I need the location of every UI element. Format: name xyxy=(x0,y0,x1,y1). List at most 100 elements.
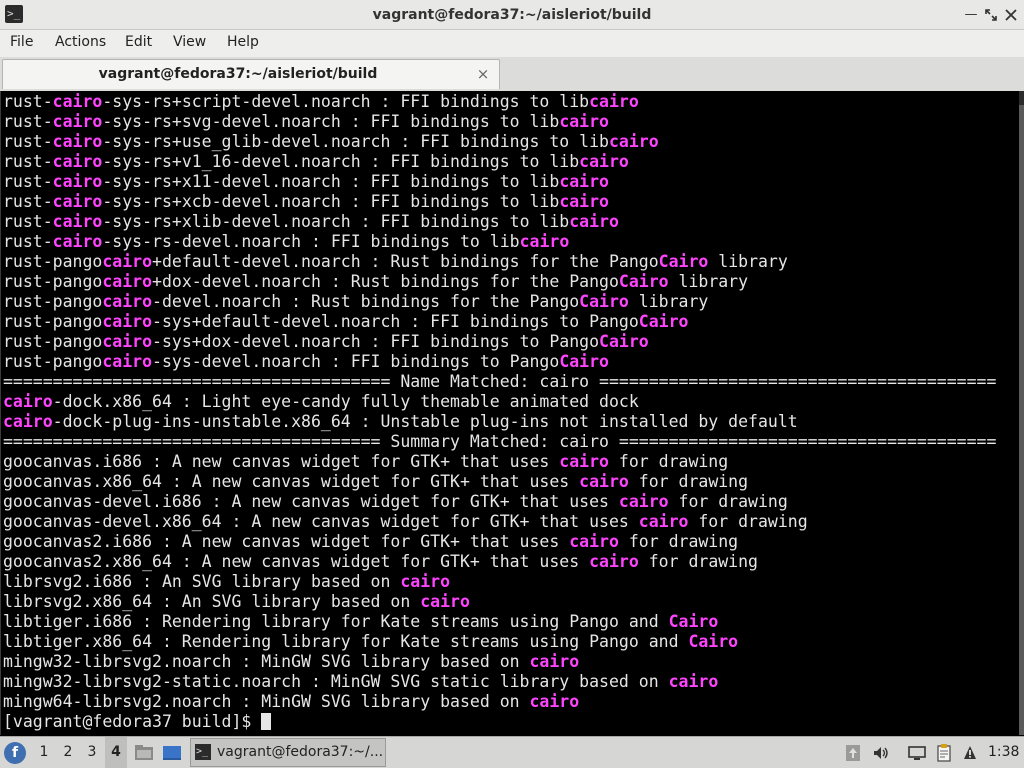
terminal-line: rust-cairo-sys-rs+svg-devel.noarch : FFI… xyxy=(3,112,996,132)
shell-prompt: [vagrant@fedora37 build]$ xyxy=(3,712,262,731)
menu-actions[interactable]: Actions xyxy=(55,30,106,57)
terminal-text: rust-pango xyxy=(3,312,103,331)
menu-help[interactable]: Help xyxy=(227,30,259,57)
terminal-line: goocanvas.i686 : A new canvas widget for… xyxy=(3,452,996,472)
menu-file[interactable]: File xyxy=(10,30,33,57)
search-match: Cairo xyxy=(658,252,709,271)
search-match: cairo xyxy=(529,652,580,671)
file-manager-icon[interactable] xyxy=(134,743,154,763)
maximize-icon[interactable] xyxy=(982,6,1000,24)
terminal-line: libtiger.x86_64 : Rendering library for … xyxy=(3,632,996,652)
search-match: cairo xyxy=(52,92,103,111)
terminal-text: -sys-devel.noarch : FFI bindings to Pang… xyxy=(152,352,560,371)
search-match: cairo xyxy=(559,172,609,191)
terminal-prompt-line[interactable]: [vagrant@fedora37 build]$ xyxy=(3,712,996,732)
search-match: Cairo xyxy=(599,332,649,351)
terminal-lines: rust-cairo-sys-rs+script-devel.noarch : … xyxy=(3,92,996,732)
terminal-text: -sys-rs+x11-devel.noarch : FFI bindings … xyxy=(102,172,560,191)
desktop-icon[interactable] xyxy=(162,743,182,763)
search-match: cairo xyxy=(52,112,103,131)
terminal-text: rust-pango xyxy=(3,332,103,351)
terminal-text: rust- xyxy=(3,152,53,171)
search-match: cairo xyxy=(102,332,153,351)
minimize-icon[interactable]: — xyxy=(962,6,980,24)
terminal-tab[interactable]: vagrant@fedora37:~/aisleriot/build × xyxy=(2,59,500,89)
search-match: cairo xyxy=(102,252,153,271)
notification-icon[interactable] xyxy=(960,743,980,763)
search-match: cairo xyxy=(52,132,103,151)
terminal-text: for drawing xyxy=(608,452,729,471)
terminal-text: -devel.noarch : Rust bindings for the Pa… xyxy=(152,292,580,311)
terminal-text: for drawing xyxy=(688,512,808,531)
workspace-1[interactable]: 1 xyxy=(33,737,55,768)
terminal-output[interactable]: rust-cairo-sys-rs+script-devel.noarch : … xyxy=(0,91,1022,735)
search-match: cairo xyxy=(529,692,580,711)
terminal-line: librsvg2.i686 : An SVG library based on … xyxy=(3,572,996,592)
terminal-text: +dox-devel.noarch : Rust bindings for th… xyxy=(152,272,619,291)
workspace-2[interactable]: 2 xyxy=(57,737,79,768)
volume-icon[interactable] xyxy=(871,743,891,763)
search-match: cairo xyxy=(569,532,619,551)
menu-edit[interactable]: Edit xyxy=(125,30,152,57)
text-cursor xyxy=(261,713,272,730)
search-match: Cairo xyxy=(638,312,689,331)
search-match: cairo xyxy=(420,592,470,611)
close-icon[interactable] xyxy=(1002,6,1020,24)
workspace-4[interactable]: 4 xyxy=(105,737,127,768)
terminal-text: rust- xyxy=(3,192,53,211)
clipboard-icon[interactable] xyxy=(934,743,954,763)
search-match: cairo xyxy=(102,352,153,371)
terminal-text: rust- xyxy=(3,132,53,151)
taskbar: f 1 2 3 4 >_ vagrant@fedora37:~/... 1:38 xyxy=(0,736,1024,768)
workspace-3[interactable]: 3 xyxy=(81,737,103,768)
menu-view[interactable]: View xyxy=(173,30,206,57)
terminal-text: goocanvas2.i686 : A new canvas widget fo… xyxy=(3,532,570,551)
terminal-line: mingw32-librsvg2.noarch : MinGW SVG libr… xyxy=(3,652,996,672)
search-match: cairo xyxy=(579,152,629,171)
network-icon[interactable] xyxy=(907,743,927,763)
search-match: Cairo xyxy=(559,352,609,371)
terminal-line: rust-cairo-sys-rs+x11-devel.noarch : FFI… xyxy=(3,172,996,192)
search-match: cairo xyxy=(52,192,103,211)
search-match: cairo xyxy=(400,572,451,591)
terminal-line: cairo-dock.x86_64 : Light eye-candy full… xyxy=(3,392,996,412)
scrollbar-thumb[interactable] xyxy=(1019,105,1024,735)
search-match: cairo xyxy=(52,212,103,231)
window-titlebar[interactable]: >_ vagrant@fedora37:~/aisleriot/build — xyxy=(0,0,1024,30)
terminal-text: -sys-rs+use_glib-devel.noarch : FFI bind… xyxy=(102,132,609,151)
fedora-menu-icon[interactable]: f xyxy=(4,742,26,764)
clock[interactable]: 1:38 xyxy=(988,737,1019,768)
search-match: cairo xyxy=(618,492,669,511)
terminal-scrollbar[interactable] xyxy=(1019,91,1024,735)
updates-icon[interactable] xyxy=(843,743,863,763)
terminal-line: rust-cairo-sys-rs+xcb-devel.noarch : FFI… xyxy=(3,192,996,212)
terminal-text: goocanvas.x86_64 : A new canvas widget f… xyxy=(3,472,580,491)
terminal-text: librsvg2.i686 : An SVG library based on xyxy=(3,572,401,591)
terminal-line: ======================================= … xyxy=(3,372,996,392)
search-match: cairo xyxy=(579,472,629,491)
terminal-text: mingw32-librsvg2.noarch : MinGW SVG libr… xyxy=(3,652,530,671)
terminal-text: for drawing xyxy=(638,552,758,571)
tab-close-icon[interactable]: × xyxy=(475,65,491,83)
terminal-line: goocanvas-devel.i686 : A new canvas widg… xyxy=(3,492,996,512)
terminal-text: -dock-plug-ins-unstable.x86_64 : Unstabl… xyxy=(52,412,798,431)
terminal-text: rust- xyxy=(3,112,53,131)
search-match: Cairo xyxy=(618,272,669,291)
terminal-text: for drawing xyxy=(628,472,749,491)
terminal-line: goocanvas-devel.x86_64 : A new canvas wi… xyxy=(3,512,996,532)
terminal-line: rust-pangocairo-devel.noarch : Rust bind… xyxy=(3,292,996,312)
terminal-line: mingw64-librsvg2.noarch : MinGW SVG libr… xyxy=(3,692,996,712)
window-title: vagrant@fedora37:~/aisleriot/build xyxy=(372,7,652,23)
terminal-text: for drawing xyxy=(618,532,739,551)
terminal-text: libtiger.i686 : Rendering library for Ka… xyxy=(3,612,669,631)
search-match: Cairo xyxy=(688,632,739,651)
terminal-text: library xyxy=(668,272,749,291)
terminal-text: rust- xyxy=(3,92,53,111)
terminal-text: rust- xyxy=(3,172,53,191)
search-match: cairo xyxy=(608,132,659,151)
terminal-line: rust-cairo-sys-rs+xlib-devel.noarch : FF… xyxy=(3,212,996,232)
taskbar-terminal-button[interactable]: >_ vagrant@fedora37:~/... xyxy=(190,738,386,767)
search-match: cairo xyxy=(559,192,609,211)
terminal-text: -sys-rs+xcb-devel.noarch : FFI bindings … xyxy=(102,192,560,211)
terminal-text: libtiger.x86_64 : Rendering library for … xyxy=(3,632,689,651)
